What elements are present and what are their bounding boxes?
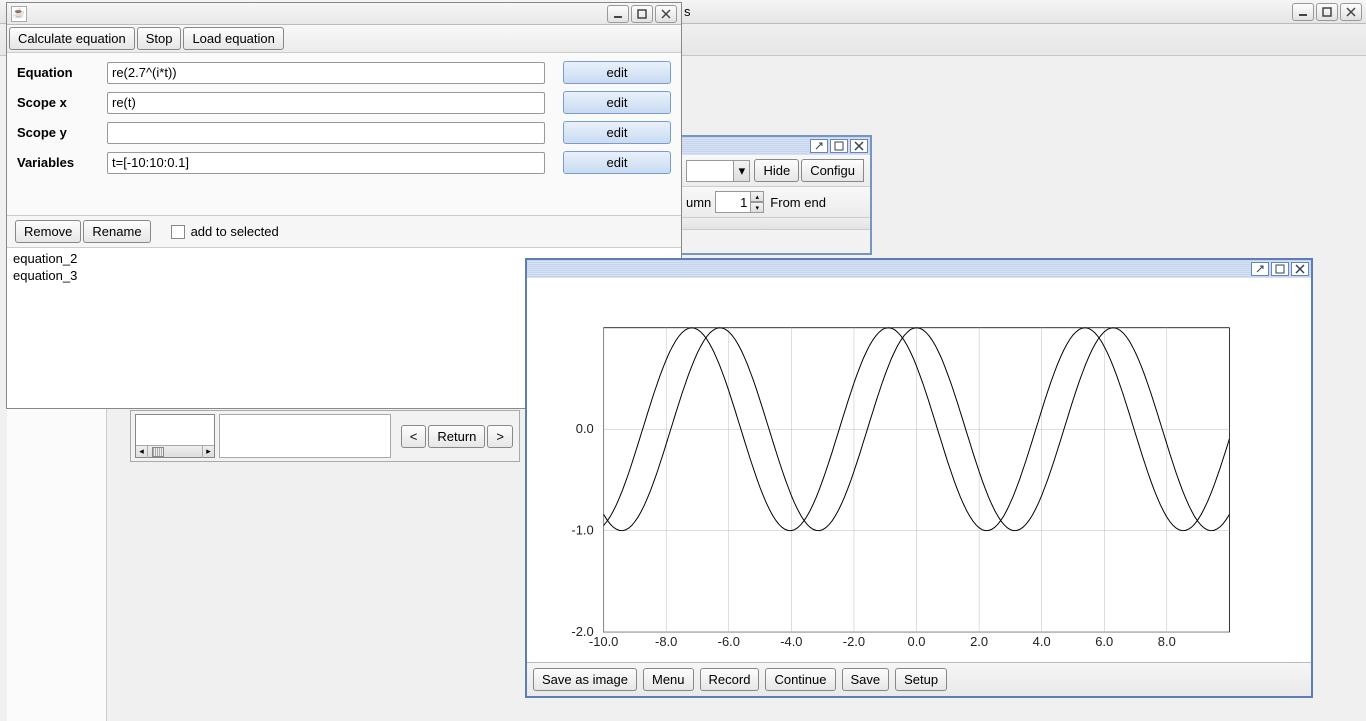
column-spinner[interactable]: ▴▾ — [750, 191, 764, 213]
svg-text:2.0: 2.0 — [970, 634, 988, 649]
plot-iconify-button[interactable] — [1251, 262, 1269, 276]
load-button[interactable]: Load equation — [183, 27, 283, 50]
scopex-input[interactable] — [107, 92, 545, 114]
equation-titlebar[interactable]: ☕ — [7, 3, 681, 25]
from-end-label: From end — [770, 195, 826, 210]
save-button[interactable]: Save — [842, 668, 890, 691]
svg-text:8.0: 8.0 — [1158, 634, 1176, 649]
plot-footer: Save as image Menu Record Continue Save … — [527, 662, 1311, 696]
config-panel: ▾ Hide Configu umn ▴▾ From end — [680, 135, 872, 255]
column-input[interactable] — [715, 191, 751, 213]
eq-maximize-button[interactable] — [631, 5, 653, 23]
svg-text:6.0: 6.0 — [1095, 634, 1113, 649]
scroll-right-icon[interactable]: ▸ — [202, 446, 214, 458]
thumbnail-scrollbar[interactable]: ◂ ▸ — [136, 445, 214, 457]
scopey-input[interactable] — [107, 122, 545, 144]
svg-text:4.0: 4.0 — [1033, 634, 1051, 649]
add-to-selected-checkbox[interactable] — [171, 225, 185, 239]
plot-canvas: -10.0-8.0-6.0-4.0-2.00.02.04.06.08.0-2.0… — [527, 278, 1311, 662]
eq-minimize-button[interactable] — [607, 5, 629, 23]
variables-edit-button[interactable]: edit — [563, 151, 671, 174]
equation-form: Equation edit Scope x edit Scope y edit … — [7, 53, 681, 185]
rename-button[interactable]: Rename — [83, 220, 150, 243]
plot-close-button[interactable] — [1291, 262, 1309, 276]
svg-text:0.0: 0.0 — [576, 421, 594, 436]
column-label: umn — [686, 195, 711, 210]
config-maximize-button[interactable] — [830, 139, 848, 153]
continue-button[interactable]: Continue — [765, 668, 835, 691]
scopex-edit-button[interactable]: edit — [563, 91, 671, 114]
config-panel-titlebar — [682, 137, 870, 155]
calculate-button[interactable]: Calculate equation — [9, 27, 135, 50]
nav-back-button[interactable]: < — [401, 425, 427, 448]
config-separator — [682, 218, 870, 230]
setup-button[interactable]: Setup — [895, 668, 947, 691]
menu-button[interactable]: Menu — [643, 668, 694, 691]
equation-label: Equation — [17, 65, 107, 80]
hide-button[interactable]: Hide — [754, 159, 799, 182]
main-minimize-button[interactable] — [1292, 3, 1314, 21]
record-button[interactable]: Record — [700, 668, 760, 691]
add-to-selected-label: add to selected — [191, 224, 279, 239]
plot-maximize-button[interactable] — [1271, 262, 1289, 276]
svg-text:-2.0: -2.0 — [571, 624, 593, 639]
scroll-left-icon[interactable]: ◂ — [136, 446, 148, 458]
configure-button[interactable]: Configu — [801, 159, 864, 182]
scroll-thumb[interactable] — [152, 447, 164, 457]
plot-titlebar[interactable] — [527, 260, 1311, 278]
equation-edit-button[interactable]: edit — [563, 61, 671, 84]
main-close-button[interactable] — [1340, 3, 1362, 21]
list-toolbar: Remove Rename add to selected — [7, 215, 681, 248]
stop-button[interactable]: Stop — [137, 27, 182, 50]
config-iconify-button[interactable] — [810, 139, 828, 153]
config-close-button[interactable] — [850, 139, 868, 153]
variables-input[interactable] — [107, 152, 545, 174]
svg-text:0.0: 0.0 — [908, 634, 926, 649]
scopex-label: Scope x — [17, 95, 107, 110]
svg-text:-2.0: -2.0 — [843, 634, 865, 649]
config-dropdown[interactable]: ▾ — [686, 160, 750, 182]
svg-text:-8.0: -8.0 — [655, 634, 677, 649]
equation-input[interactable] — [107, 62, 545, 84]
eq-close-button[interactable] — [655, 5, 677, 23]
nav-panel: ◂ ▸ < Return > — [130, 410, 520, 462]
variables-label: Variables — [17, 155, 107, 170]
nav-forward-button[interactable]: > — [487, 425, 513, 448]
remove-button[interactable]: Remove — [15, 220, 81, 243]
scopey-edit-button[interactable]: edit — [563, 121, 671, 144]
svg-text:-1.0: -1.0 — [571, 523, 593, 538]
preview-box — [219, 414, 391, 458]
main-maximize-button[interactable] — [1316, 3, 1338, 21]
nav-return-button[interactable]: Return — [428, 425, 485, 448]
thumbnail-box: ◂ ▸ — [135, 414, 215, 458]
java-icon: ☕ — [11, 6, 27, 22]
save-as-image-button[interactable]: Save as image — [533, 668, 637, 691]
equation-toolbar: Calculate equation Stop Load equation — [7, 25, 681, 53]
plot-body: -10.0-8.0-6.0-4.0-2.00.02.04.06.08.0-2.0… — [527, 278, 1311, 662]
title-suffix: s — [684, 4, 691, 19]
svg-text:-4.0: -4.0 — [780, 634, 802, 649]
svg-text:-6.0: -6.0 — [718, 634, 740, 649]
scopey-label: Scope y — [17, 125, 107, 140]
plot-window: -10.0-8.0-6.0-4.0-2.00.02.04.06.08.0-2.0… — [525, 258, 1313, 698]
chevron-down-icon: ▾ — [733, 161, 749, 181]
